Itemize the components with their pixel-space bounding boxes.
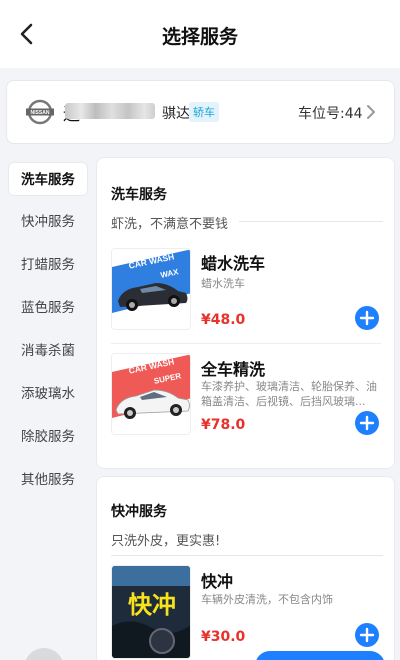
plate-mask: [65, 103, 155, 119]
item-desc: 车漆养护、玻璃清洁、轮胎保养、油箱盖清洁、后视镜、后挡风玻璃...: [201, 380, 377, 408]
super-wash-thumbnail: CAR WASH SUPER: [111, 353, 191, 435]
sidebar-item-wax[interactable]: 打蜡服务: [8, 248, 88, 282]
checkout-button[interactable]: [255, 651, 385, 660]
sidebar-item-disinfect[interactable]: 消毒杀菌: [8, 334, 88, 368]
item-name: 快冲: [201, 572, 234, 591]
quick-wash-thumbnail: 快冲: [111, 565, 191, 659]
svg-text:NISSAN: NISSAN: [31, 110, 50, 116]
item-desc: 蜡水洗车: [201, 277, 245, 290]
item-name: 蜡水洗车: [201, 254, 266, 273]
service-sidebar: 洗车服务 快冲服务 打蜡服务 蓝色服务 消毒杀菌 添玻璃水 除胶服务 其他服务: [0, 150, 96, 660]
section-subtitle: 虾洗，不满意不要钱: [111, 217, 229, 232]
section-title: 洗车服务: [111, 187, 167, 203]
nissan-logo-icon: NISSAN: [26, 99, 54, 125]
wash-section: 洗车服务 虾洗，不满意不要钱 CAR WASH WAX 蜡水洗车 蜡水洗车 ¥4…: [96, 157, 395, 469]
chevron-right-icon[interactable]: [364, 103, 378, 121]
quick-section: 快冲服务 只洗外皮，更实惠! 快冲 快冲 车辆外皮清洗，不包含内饰 ¥30.0: [96, 476, 395, 660]
sidebar-item-glue[interactable]: 除胶服务: [8, 420, 88, 454]
page-title: 选择服务: [161, 26, 238, 48]
section-divider: [111, 555, 383, 556]
sidebar-item-other[interactable]: 其他服务: [8, 463, 88, 497]
add-quick-wash-button[interactable]: [355, 623, 379, 647]
top-bar: 选择服务: [0, 0, 400, 68]
sidebar-item-washer-fluid[interactable]: 添玻璃水: [8, 377, 88, 411]
sidebar-item-blue[interactable]: 蓝色服务: [8, 291, 88, 325]
item-price: ¥30.0: [201, 629, 246, 645]
thumb-text: 快冲: [128, 591, 176, 619]
car-type-badge: 轿车: [189, 102, 219, 122]
section-subtitle: 只洗外皮，更实惠!: [111, 534, 221, 549]
parking-space: 车位号:44: [298, 106, 363, 122]
vehicle-card[interactable]: NISSAN 辽 骐达 轿车 车位号:44: [6, 80, 395, 144]
car-model: 骐达: [162, 106, 190, 122]
item-desc: 车辆外皮清洗，不包含内饰: [201, 593, 333, 606]
item-price: ¥48.0: [201, 312, 246, 328]
item-divider: [111, 343, 381, 344]
section-divider: [239, 221, 383, 222]
add-wax-wash-button[interactable]: [355, 306, 379, 330]
section-title: 快冲服务: [111, 504, 167, 520]
add-super-wash-button[interactable]: [355, 411, 379, 435]
sidebar-item-wash[interactable]: 洗车服务: [8, 162, 88, 196]
sidebar-item-quick[interactable]: 快冲服务: [8, 205, 88, 239]
item-name: 全车精洗: [201, 360, 266, 379]
item-price: ¥78.0: [201, 417, 246, 433]
wax-wash-thumbnail: CAR WASH WAX: [111, 248, 191, 330]
